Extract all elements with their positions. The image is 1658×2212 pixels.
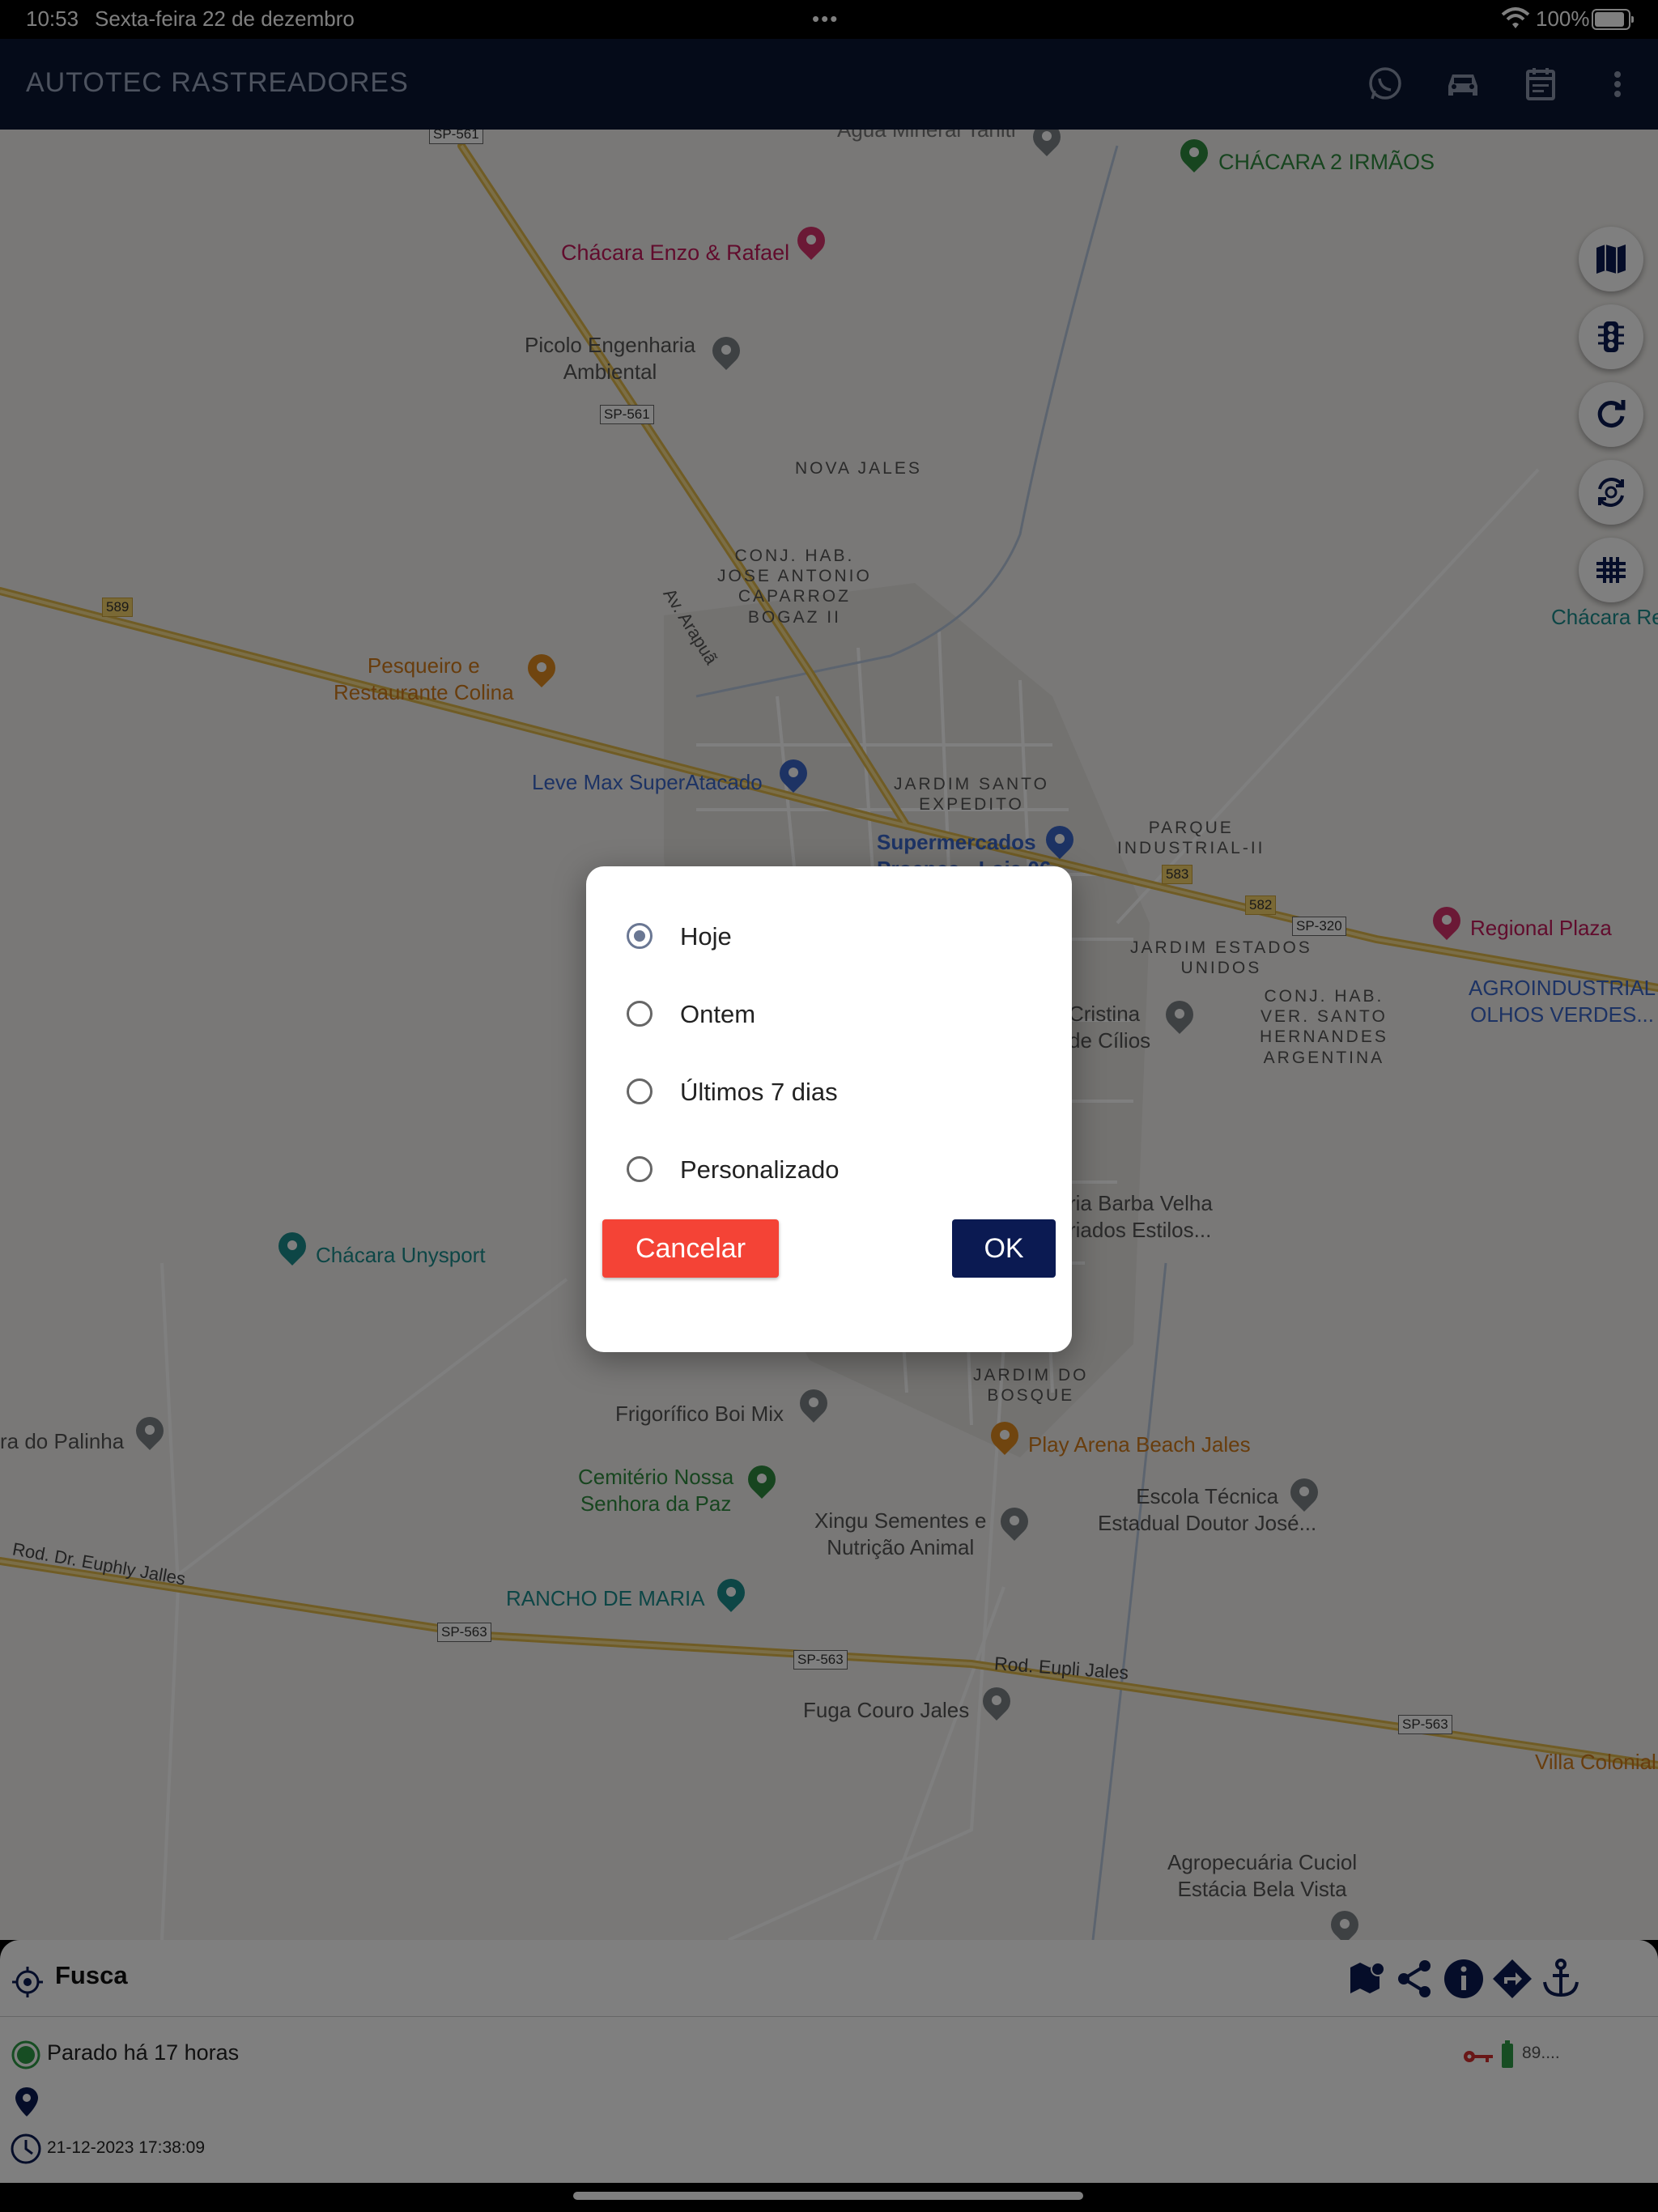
radio-yesterday[interactable] <box>627 1001 653 1027</box>
date-range-dialog: Hoje Ontem Últimos 7 dias Personalizado … <box>586 866 1072 1352</box>
option-label: Personalizado <box>680 1155 840 1184</box>
option-yesterday[interactable]: Ontem <box>627 991 1048 1040</box>
option-label: Últimos 7 dias <box>680 1078 838 1106</box>
option-label: Hoje <box>680 922 732 951</box>
radio-custom[interactable] <box>627 1156 653 1182</box>
ok-button[interactable]: OK <box>952 1219 1056 1278</box>
option-today[interactable]: Hoje <box>627 913 1048 962</box>
option-custom[interactable]: Personalizado <box>627 1146 1048 1195</box>
option-label: Ontem <box>680 1000 756 1028</box>
option-last-7-days[interactable]: Últimos 7 dias <box>627 1069 1048 1117</box>
cancel-button[interactable]: Cancelar <box>602 1219 779 1278</box>
radio-last-7-days[interactable] <box>627 1078 653 1104</box>
radio-today[interactable] <box>627 923 653 949</box>
